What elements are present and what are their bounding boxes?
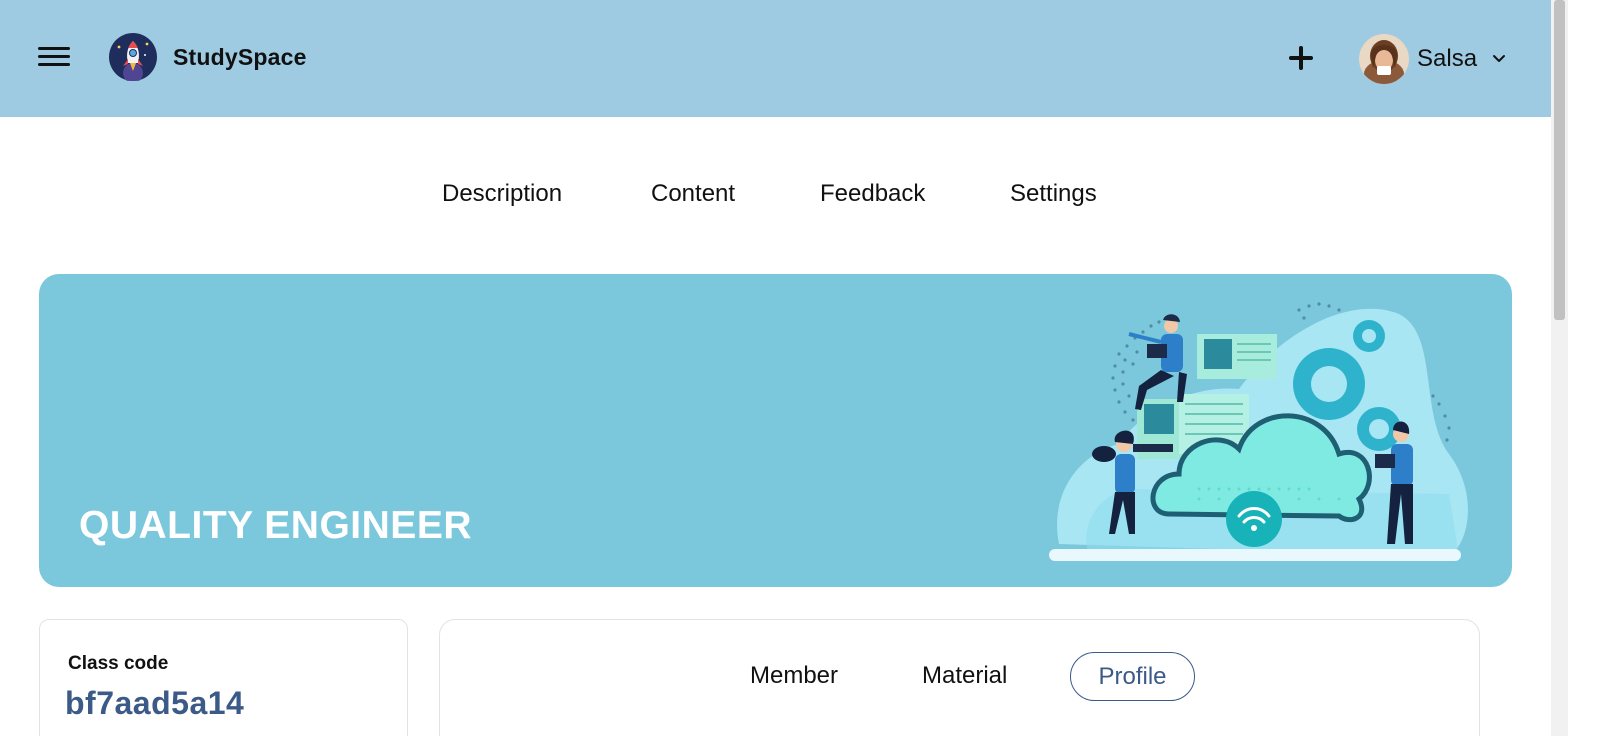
class-tabs: Description Content Feedback Settings <box>0 180 1551 212</box>
user-menu[interactable]: Salsa <box>1359 33 1507 85</box>
class-banner: QUALITY ENGINEER <box>39 274 1512 587</box>
tab-settings[interactable]: Settings <box>1010 180 1097 208</box>
subtab-member[interactable]: Member <box>750 662 838 690</box>
chevron-down-icon[interactable] <box>1491 53 1507 65</box>
class-code-label: Class code <box>68 653 169 674</box>
hamburger-menu-icon[interactable] <box>38 45 70 69</box>
tab-feedback[interactable]: Feedback <box>820 180 925 208</box>
brand-name[interactable]: StudySpace <box>173 44 307 71</box>
class-title: QUALITY ENGINEER <box>79 504 472 547</box>
subtab-profile[interactable]: Profile <box>1070 652 1195 701</box>
cloud-collaboration-illustration <box>1049 302 1468 561</box>
top-navigation-bar: StudySpace Salsa <box>0 0 1551 117</box>
tab-description[interactable]: Description <box>442 180 562 208</box>
class-details-card: Member Material Profile <box>439 619 1480 736</box>
class-code-value: bf7aad5a14 <box>65 685 245 721</box>
rocket-logo-icon[interactable] <box>109 33 157 81</box>
scrollbar-thumb[interactable] <box>1554 0 1565 320</box>
subtab-material[interactable]: Material <box>922 662 1007 690</box>
tab-content[interactable]: Content <box>651 180 735 208</box>
avatar <box>1359 34 1409 84</box>
user-name: Salsa <box>1417 45 1478 72</box>
class-code-card: Class code bf7aad5a14 <box>39 619 408 736</box>
add-plus-icon[interactable] <box>1283 40 1319 76</box>
